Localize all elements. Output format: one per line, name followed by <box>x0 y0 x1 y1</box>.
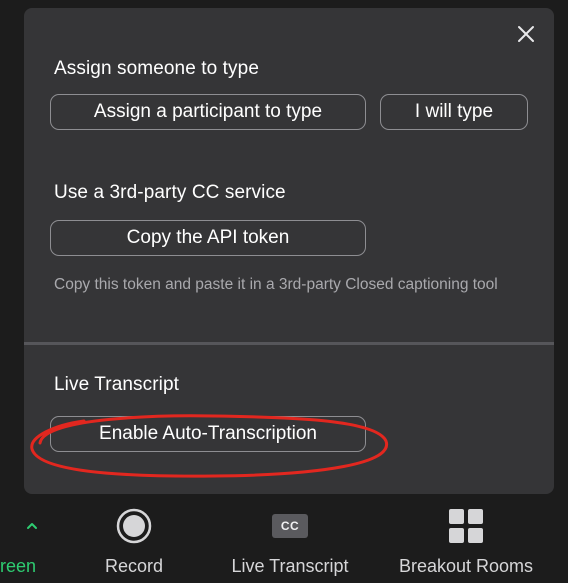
toolbar-record[interactable]: Record <box>94 500 174 583</box>
section-divider <box>24 342 554 345</box>
captions-popup: Assign someone to type Assign a particip… <box>24 8 554 494</box>
assign-section-title: Assign someone to type <box>54 58 259 79</box>
breakout-rooms-label: Breakout Rooms <box>398 556 534 576</box>
copy-api-token-button[interactable]: Copy the API token <box>50 220 366 256</box>
live-transcript-label: Live Transcript <box>231 556 349 576</box>
live-transcript-section-title: Live Transcript <box>54 374 180 395</box>
toolbar-share-screen[interactable]: reen <box>0 500 64 583</box>
zoom-meeting-window: Assign someone to type Assign a particip… <box>0 0 568 583</box>
toolbar-breakout-rooms[interactable]: Breakout Rooms <box>384 500 548 583</box>
chevron-up-icon <box>27 523 37 529</box>
close-button[interactable] <box>514 22 538 46</box>
grid-icon <box>449 509 483 543</box>
record-label: Record <box>104 556 164 576</box>
share-chevron-wrapper <box>24 504 40 548</box>
cc-section-title: Use a 3rd-party CC service <box>54 182 286 203</box>
breakout-icon-wrapper <box>446 504 486 548</box>
cc-hint-text: Copy this token and paste it in a 3rd-pa… <box>54 276 498 293</box>
meeting-toolbar: reen Record CC Live Transcript Breakout … <box>0 500 568 583</box>
toolbar-live-transcript[interactable]: CC Live Transcript <box>214 500 366 583</box>
assign-participant-button[interactable]: Assign a participant to type <box>50 94 366 130</box>
enable-auto-transcription-button[interactable]: Enable Auto-Transcription <box>50 416 366 452</box>
cc-icon-wrapper: CC <box>270 504 310 548</box>
record-icon-wrapper <box>114 504 154 548</box>
share-screen-label: reen <box>0 556 37 576</box>
record-icon <box>116 508 152 544</box>
cc-icon-text: CC <box>280 519 300 533</box>
close-icon <box>518 26 534 42</box>
i-will-type-button[interactable]: I will type <box>380 94 528 130</box>
